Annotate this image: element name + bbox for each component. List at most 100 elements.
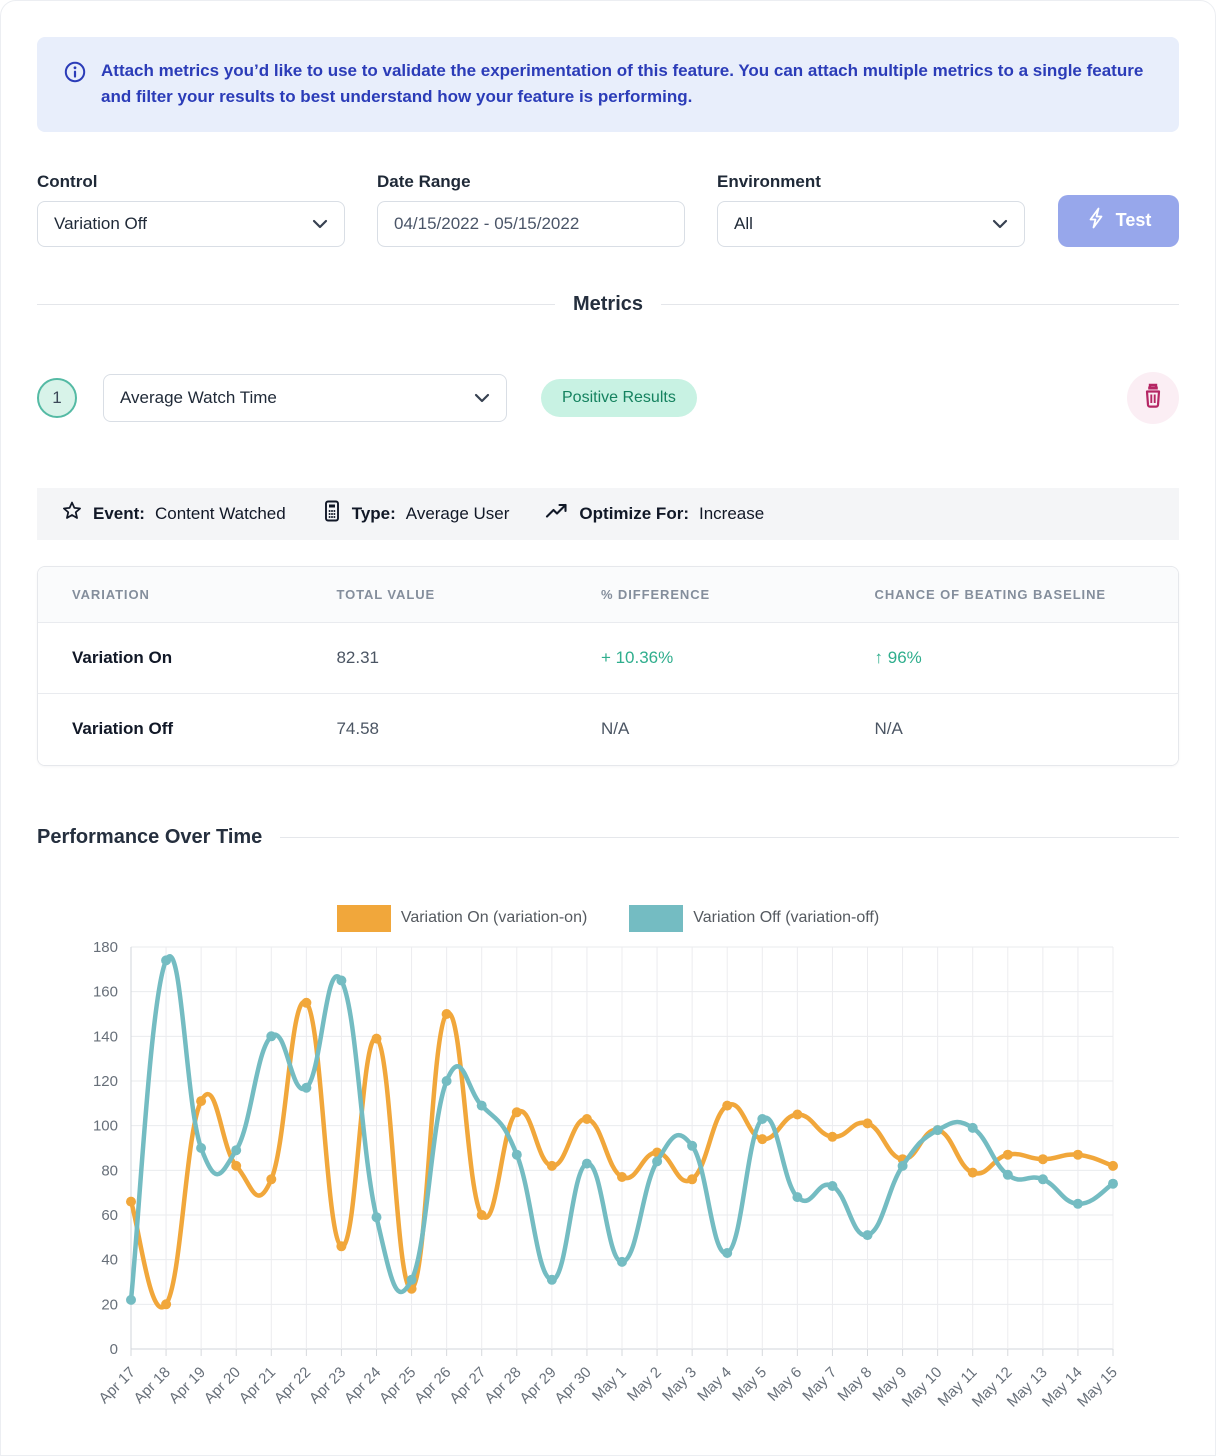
info-banner: Attach metrics you’d like to use to vali… [37, 37, 1179, 132]
metric-row: 1 Average Watch Time Positive Results [37, 372, 1179, 424]
svg-text:Apr 21: Apr 21 [236, 1363, 279, 1406]
svg-text:Apr 29: Apr 29 [516, 1363, 559, 1406]
performance-chart: 020406080100120140160180Apr 17Apr 18Apr … [31, 934, 1179, 1451]
svg-text:60: 60 [101, 1207, 118, 1224]
table-row: Variation Off 74.58 N/A N/A [38, 694, 1178, 765]
col-total-value: TOTAL VALUE [302, 567, 566, 623]
svg-text:Apr 22: Apr 22 [271, 1363, 314, 1406]
environment-label: Environment [717, 172, 1025, 192]
feature-metrics-page: Attach metrics you’d like to use to vali… [0, 0, 1216, 1456]
svg-text:140: 140 [93, 1028, 118, 1045]
legend-label: Variation On (variation-on) [401, 909, 587, 927]
date-range-field: Date Range 04/15/2022 - 05/15/2022 [377, 172, 685, 247]
type-detail: Type: Average User [322, 500, 510, 527]
chance-value: N/A [841, 694, 1178, 765]
svg-text:80: 80 [101, 1162, 118, 1179]
event-label: Event: [93, 504, 145, 524]
test-button-label: Test [1116, 210, 1152, 231]
svg-text:May 10: May 10 [899, 1363, 946, 1410]
type-label: Type: [352, 504, 396, 524]
svg-text:Apr 18: Apr 18 [131, 1363, 174, 1406]
control-select-value: Variation Off [54, 214, 147, 234]
col-variation: VARIATION [38, 567, 302, 623]
chevron-down-icon [992, 214, 1008, 234]
metric-details-bar: Event: Content Watched Type: Average Use… [37, 488, 1179, 540]
chevron-down-icon [474, 388, 490, 408]
svg-text:Apr 25: Apr 25 [376, 1363, 419, 1406]
table-header-row: VARIATION TOTAL VALUE % DIFFERENCE CHANC… [38, 567, 1178, 623]
date-range-label: Date Range [377, 172, 685, 192]
difference-value: N/A [567, 694, 841, 765]
metric-index-badge: 1 [37, 378, 77, 418]
table-row: Variation On 82.31 + 10.36% ↑ 96% [38, 623, 1178, 694]
star-icon [61, 500, 83, 527]
event-value: Content Watched [155, 504, 286, 524]
environment-select-value: All [734, 214, 753, 234]
positive-results-badge: Positive Results [541, 379, 697, 417]
control-select[interactable]: Variation Off [37, 201, 345, 247]
info-banner-text: Attach metrics you’d like to use to vali… [101, 58, 1153, 111]
environment-select[interactable]: All [717, 201, 1025, 247]
divider-line [280, 837, 1179, 838]
svg-text:20: 20 [101, 1296, 118, 1313]
optimize-for-value: Increase [699, 504, 764, 524]
divider-line [661, 304, 1179, 305]
svg-text:May 7: May 7 [799, 1363, 840, 1404]
legend-swatch-icon [629, 905, 683, 932]
filter-controls: Control Variation Off Date Range 04/15/2… [37, 172, 1179, 247]
svg-text:May 4: May 4 [694, 1363, 735, 1404]
legend-swatch-icon [337, 905, 391, 932]
svg-text:May 2: May 2 [624, 1363, 665, 1404]
svg-text:100: 100 [93, 1117, 118, 1134]
legend-item[interactable]: Variation Off (variation-off) [629, 905, 879, 932]
svg-text:Apr 19: Apr 19 [166, 1363, 209, 1406]
line-chart-canvas[interactable]: 020406080100120140160180Apr 17Apr 18Apr … [31, 934, 1181, 1446]
total-value: 82.31 [302, 623, 566, 694]
svg-text:0: 0 [110, 1341, 118, 1358]
variation-name: Variation Off [38, 694, 302, 765]
metric-select[interactable]: Average Watch Time [103, 374, 507, 422]
variation-name: Variation On [38, 623, 302, 694]
trash-icon [1141, 383, 1165, 412]
type-value: Average User [406, 504, 510, 524]
test-button[interactable]: Test [1058, 195, 1179, 247]
svg-text:May 3: May 3 [659, 1363, 700, 1404]
control-field: Control Variation Off [37, 172, 345, 247]
info-icon [63, 60, 87, 111]
svg-text:Apr 30: Apr 30 [551, 1363, 594, 1406]
control-label: Control [37, 172, 345, 192]
chart-legend: Variation On (variation-on) Variation Off… [37, 905, 1179, 932]
svg-text:Apr 28: Apr 28 [481, 1363, 524, 1406]
environment-field: Environment All [717, 172, 1025, 247]
svg-text:May 6: May 6 [764, 1363, 805, 1404]
svg-text:Apr 17: Apr 17 [96, 1363, 139, 1406]
date-range-value: 04/15/2022 - 05/15/2022 [394, 214, 579, 234]
legend-label: Variation Off (variation-off) [693, 909, 879, 927]
performance-title: Performance Over Time [37, 826, 262, 849]
col-chance: CHANCE OF BEATING BASELINE [841, 567, 1178, 623]
svg-text:May 8: May 8 [834, 1363, 875, 1404]
svg-text:Apr 20: Apr 20 [201, 1363, 244, 1406]
calculator-icon [322, 500, 342, 527]
svg-text:Apr 23: Apr 23 [306, 1363, 349, 1406]
delete-metric-button[interactable] [1127, 372, 1179, 424]
legend-item[interactable]: Variation On (variation-on) [337, 905, 587, 932]
lightning-bolt-icon [1086, 207, 1106, 234]
chevron-down-icon [312, 214, 328, 234]
difference-value: + 10.36% [567, 623, 841, 694]
col-difference: % DIFFERENCE [567, 567, 841, 623]
metric-select-value: Average Watch Time [120, 388, 277, 408]
svg-text:Apr 24: Apr 24 [341, 1363, 384, 1406]
divider-line [37, 304, 555, 305]
svg-text:40: 40 [101, 1251, 118, 1268]
svg-text:May 5: May 5 [729, 1363, 770, 1404]
event-detail: Event: Content Watched [61, 500, 286, 527]
svg-text:160: 160 [93, 983, 118, 1000]
optimize-for-label: Optimize For: [579, 504, 689, 524]
metrics-section-title: Metrics [555, 293, 661, 316]
date-range-input[interactable]: 04/15/2022 - 05/15/2022 [377, 201, 685, 247]
performance-section-header: Performance Over Time [37, 826, 1179, 849]
optimize-for-detail: Optimize For: Increase [545, 502, 764, 525]
svg-text:120: 120 [93, 1073, 118, 1090]
results-table: VARIATION TOTAL VALUE % DIFFERENCE CHANC… [37, 566, 1179, 766]
